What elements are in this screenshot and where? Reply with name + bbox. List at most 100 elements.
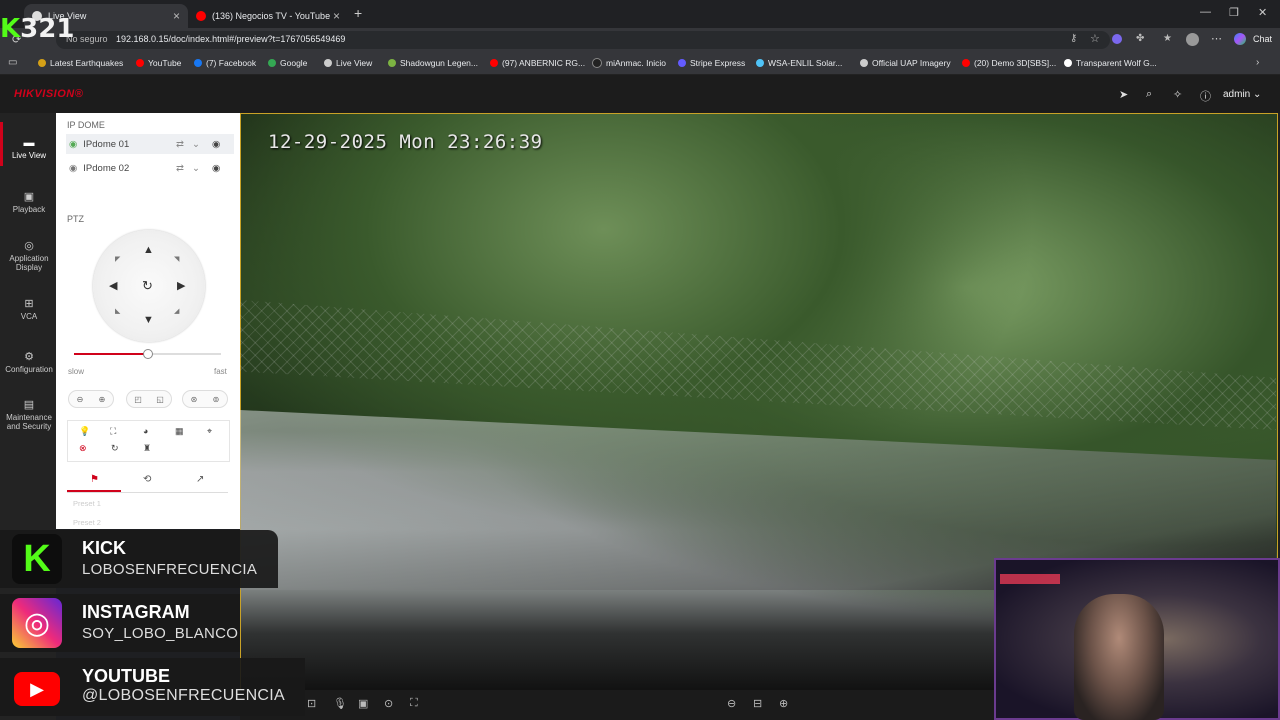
bookmark-item[interactable]: (20) Demo 3D[SBS]... xyxy=(962,58,1056,68)
previous-icon[interactable]: ⊖ xyxy=(727,697,736,710)
tab-preset[interactable]: ⚑ xyxy=(90,474,99,485)
key-icon[interactable]: ⚷ xyxy=(1070,33,1077,44)
copilot-icon[interactable] xyxy=(1234,33,1246,45)
search-icon[interactable]: ⌕ xyxy=(1146,88,1152,101)
next-icon[interactable]: ⊕ xyxy=(779,697,788,710)
record-icon[interactable]: ◉ xyxy=(212,163,220,174)
fullscreen-icon[interactable]: ⛶ xyxy=(410,697,418,710)
sidebar-toggle-icon[interactable]: ▭ xyxy=(8,57,17,68)
ptz-link-icon[interactable]: ⇄ xyxy=(176,163,184,174)
focus-control[interactable]: ◰ ◱ xyxy=(126,390,172,408)
arrow-down-icon[interactable]: ▼ xyxy=(143,314,154,326)
nav-playback[interactable]: ▣ Playback xyxy=(2,190,56,214)
favorites-icon[interactable]: ★ xyxy=(1163,33,1172,44)
bookmark-item[interactable]: Transparent Wolf G... xyxy=(1064,58,1157,68)
arrow-up-left-icon[interactable]: ◤ xyxy=(115,255,120,263)
bookmark-item[interactable]: Stripe Express xyxy=(678,58,745,68)
profile-avatar[interactable] xyxy=(1186,33,1199,46)
grid-icon[interactable]: ▦ xyxy=(175,426,184,437)
ptz-link-icon[interactable]: ⇄ xyxy=(176,139,184,150)
refresh-icon[interactable]: ↻ xyxy=(111,443,119,454)
chevron-right-icon[interactable]: › xyxy=(1256,57,1259,68)
device-item[interactable]: ◉ IPdome 02 ⇄ ⌄ ◉ xyxy=(66,158,234,178)
bookmark-item[interactable]: Google xyxy=(268,58,307,68)
url-text[interactable]: 192.168.0.15/doc/index.html#/preview?t=1… xyxy=(116,34,345,44)
arrow-down-right-icon[interactable]: ◢ xyxy=(174,307,179,315)
bookmark-label: (7) Facebook xyxy=(206,58,257,68)
bookmark-item[interactable]: Live View xyxy=(324,58,372,68)
preset-item[interactable]: Preset 1 xyxy=(73,499,101,508)
snapshot-icon[interactable]: ⊡ xyxy=(307,697,316,710)
minimize-icon[interactable]: — xyxy=(1200,6,1211,18)
wiper-icon[interactable]: ◕ xyxy=(143,426,148,436)
arrow-down-left-icon[interactable]: ◣ xyxy=(115,307,120,315)
bookmark-item[interactable]: (97) ANBERNIC RG... xyxy=(490,58,585,68)
speed-slider-knob[interactable] xyxy=(143,349,153,359)
3d-position-icon[interactable]: ⌖ xyxy=(207,426,212,437)
arrow-left-icon[interactable]: ◀ xyxy=(109,279,117,292)
zoom-control[interactable]: ⊖ ⊕ xyxy=(68,390,114,408)
more-menu-icon[interactable]: ⋯ xyxy=(1211,32,1222,45)
light-icon[interactable]: 💡 xyxy=(79,426,90,437)
nav-configuration[interactable]: ⚙ Configuration xyxy=(2,350,56,374)
stop-icon[interactable]: ⊟ xyxy=(753,697,762,710)
user-menu[interactable]: admin ⌄ xyxy=(1223,89,1261,100)
social-name: YOUTUBE xyxy=(82,666,171,686)
plugin-icon[interactable]: ✧ xyxy=(1173,88,1182,101)
zoom-out-icon[interactable]: ⊖ xyxy=(77,395,84,404)
focus-far-icon[interactable]: ◱ xyxy=(156,395,164,404)
microphone-icon[interactable]: 🎙 xyxy=(333,697,347,710)
preset-item[interactable]: Preset 2 xyxy=(73,518,101,527)
arrow-up-icon[interactable]: ▲ xyxy=(143,244,154,256)
tab-patrol[interactable]: ⟲ xyxy=(143,474,151,485)
iris-control[interactable]: ⊛ ⊚ xyxy=(182,390,228,408)
arrow-right-icon[interactable]: ▶ xyxy=(177,279,185,292)
tab-pattern[interactable]: ↗ xyxy=(196,474,204,485)
park-icon[interactable]: ♜ xyxy=(143,443,151,454)
bookmark-item[interactable]: miAnmac. Inicio xyxy=(592,58,666,68)
puzzle-icon[interactable]: ✤ xyxy=(1136,33,1144,44)
record-icon[interactable]: ◉ xyxy=(212,139,220,150)
digital-zoom-icon[interactable]: ⊙ xyxy=(384,697,393,710)
bookmark-item[interactable]: WSA-ENLIL Solar... xyxy=(756,58,842,68)
tab-youtube[interactable]: (136) Negocios TV - YouTube × xyxy=(188,4,348,28)
nav-maintenance[interactable]: ▤ Maintenance and Security xyxy=(2,398,56,431)
chevron-down-icon[interactable]: ⌄ xyxy=(192,163,200,174)
iris-open-icon[interactable]: ⊚ xyxy=(213,395,220,404)
stream-id-badge: K321 xyxy=(0,14,74,44)
speed-slider-fill xyxy=(74,353,147,355)
bookmark-item[interactable]: YouTube xyxy=(136,58,181,68)
camera-online-icon: ◉ xyxy=(69,138,78,150)
zoom-locate-icon[interactable]: ⊗ xyxy=(79,443,87,454)
chat-button[interactable]: Chat xyxy=(1253,34,1272,44)
auto-rotate-icon[interactable]: ↻ xyxy=(142,278,153,294)
focus-frame-icon[interactable]: ⛶ xyxy=(110,426,116,437)
iris-close-icon[interactable]: ⊛ xyxy=(191,395,198,404)
close-icon[interactable]: × xyxy=(333,9,340,23)
document-icon xyxy=(1064,59,1072,67)
nav-vca[interactable]: ⊞ VCA xyxy=(2,297,56,321)
nav-application-display[interactable]: ◎ Application Display xyxy=(2,239,56,272)
instagram-icon: ◎ xyxy=(12,598,62,648)
bookmark-item[interactable]: Latest Earthquakes xyxy=(38,58,123,68)
nav-live-view[interactable]: ▬ Live View xyxy=(2,137,56,160)
bookmark-label: (20) Demo 3D[SBS]... xyxy=(974,58,1057,68)
extension-icon[interactable] xyxy=(1112,34,1122,44)
maximize-icon[interactable]: ❐ xyxy=(1229,6,1239,19)
star-icon[interactable]: ☆ xyxy=(1090,32,1100,45)
nav-label: Playback xyxy=(12,205,46,214)
info-icon[interactable]: ⓘ xyxy=(1200,88,1211,104)
zoom-in-icon[interactable]: ⊕ xyxy=(99,395,106,404)
chevron-down-icon[interactable]: ⌄ xyxy=(192,139,200,150)
focus-near-icon[interactable]: ◰ xyxy=(134,395,142,404)
image-icon[interactable]: ▣ xyxy=(358,697,368,710)
send-icon[interactable]: ➤ xyxy=(1119,88,1128,101)
device-item[interactable]: ◉ IPdome 01 ⇄ ⌄ ◉ xyxy=(66,134,234,154)
close-icon[interactable]: × xyxy=(173,9,180,23)
window-close-icon[interactable]: ✕ xyxy=(1258,6,1267,19)
arrow-up-right-icon[interactable]: ◥ xyxy=(174,255,179,263)
bookmark-item[interactable]: (7) Facebook xyxy=(194,58,256,68)
bookmark-item[interactable]: Official UAP Imagery xyxy=(860,58,951,68)
bookmark-item[interactable]: Shadowgun Legen... xyxy=(388,58,478,68)
new-tab-button[interactable]: + xyxy=(354,5,362,21)
